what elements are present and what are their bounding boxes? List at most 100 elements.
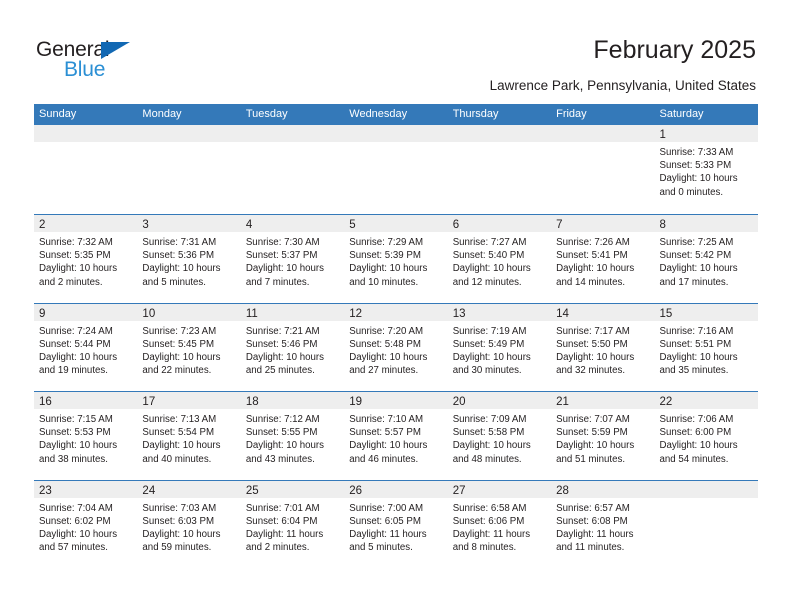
day-details: Sunrise: 7:19 AM Sunset: 5:49 PM Daylight:… [448, 321, 551, 378]
day-cell-7[interactable]: 7 Sunrise: 7:26 AM Sunset: 5:41 PM Daylight… [551, 215, 655, 303]
day-detail-line: Sunrise: 7:13 AM [142, 414, 217, 425]
day-cell-14[interactable]: 14 Sunrise: 7:17 AM Sunset: 5:50 PM Dayligh… [551, 303, 655, 391]
day-detail-line: Sunset: 6:04 PM [245, 515, 318, 527]
day-detail-line: and 57 minutes. [39, 542, 108, 554]
weekday-header-friday: Friday [556, 108, 587, 120]
day-detail-line: Daylight: 10 hours [142, 351, 221, 363]
day-details: Sunrise: 7:10 AM Sunset: 5:57 PM Daylight:… [344, 409, 447, 466]
day-detail-line: Sunrise: 7:04 AM [39, 502, 113, 514]
day-cell-27[interactable]: 27 Sunrise: 6:58 AM Sunset: 6:06 PM Dayligh… [447, 480, 552, 568]
day-number-band: 27 [447, 480, 552, 498]
day-detail-line: Sunset: 5:45 PM [142, 338, 215, 350]
day-cell-26[interactable]: 26 Sunrise: 7:00 AM Sunset: 6:05 PM Dayligh… [344, 480, 448, 568]
day-detail-line: Sunset: 5:33 PM [659, 160, 732, 172]
day-cell-19[interactable]: 19 Sunrise: 7:10 AM Sunset: 5:57 PM Dayligh… [344, 392, 448, 480]
day-detail-line: and 5 minutes. [142, 276, 206, 288]
weekday-header-wednesday: Wednesday [349, 108, 408, 120]
day-detail-line: Sunset: 5:39 PM [349, 250, 421, 262]
day-number-band: 13 [447, 303, 552, 321]
day-cell-2[interactable]: 2 Sunrise: 7:32 AM Sunset: 5:35 PM Daylight… [34, 215, 138, 303]
day-number-band: 17 [137, 392, 241, 409]
day-number-band: 23 [34, 480, 138, 498]
day-detail-line: Sunrise: 7:07 AM [556, 414, 630, 425]
day-number-band [137, 125, 241, 142]
day-cell-11[interactable]: 11 Sunrise: 7:21 AM Sunset: 5:46 PM Dayligh… [240, 303, 345, 391]
day-number: 21 [556, 396, 569, 408]
day-cell-25[interactable]: 25 Sunrise: 7:01 AM Sunset: 6:04 PM Dayligh… [240, 480, 345, 568]
day-details: Sunrise: 7:13 AM Sunset: 5:54 PM Daylight:… [137, 409, 240, 466]
day-detail-line: Sunset: 5:57 PM [349, 427, 421, 439]
day-detail-line: Sunrise: 7:30 AM [245, 237, 320, 248]
day-detail-line: and 12 minutes. [452, 276, 522, 288]
day-number: 14 [556, 307, 569, 320]
day-details: Sunrise: 7:01 AM Sunset: 6:04 PM Daylight:… [241, 498, 344, 555]
day-cell-16[interactable]: 16 Sunrise: 7:15 AM Sunset: 5:53 PM Dayligh… [34, 392, 138, 480]
day-cell-1[interactable]: 1 Sunrise: 7:33 AM Sunset: 5:33 PM Daylight… [654, 125, 758, 214]
day-detail-line: Sunrise: 7:00 AM [349, 502, 424, 514]
day-number-band [240, 125, 345, 142]
day-detail-line: Daylight: 10 hours [349, 440, 428, 452]
day-detail-line: and 32 minutes. [556, 365, 626, 377]
day-detail-line: Daylight: 10 hours [556, 263, 635, 275]
day-number-band: 21 [551, 392, 655, 409]
day-detail-line: Sunset: 5:49 PM [452, 338, 525, 350]
day-number-band: 20 [447, 392, 552, 409]
day-detail-line: Sunset: 6:03 PM [142, 515, 215, 527]
day-detail-line: and 0 minutes. [659, 186, 724, 198]
day-number-band: 5 [344, 215, 448, 232]
day-number: 3 [142, 219, 149, 231]
day-cell-12[interactable]: 12 Sunrise: 7:20 AM Sunset: 5:48 PM Dayligh… [344, 303, 448, 391]
day-details: Sunrise: 6:57 AM Sunset: 6:08 PM Daylight:… [551, 498, 654, 555]
day-detail-line: Sunset: 5:51 PM [659, 338, 732, 350]
day-detail-line: Sunrise: 7:10 AM [349, 414, 424, 425]
day-cell-21[interactable]: 21 Sunrise: 7:07 AM Sunset: 5:59 PM Dayligh… [551, 392, 655, 480]
day-cell-8[interactable]: 8 Sunrise: 7:25 AM Sunset: 5:42 PM Daylight… [654, 215, 758, 303]
day-number-band [34, 125, 138, 142]
day-detail-line: Sunset: 5:40 PM [452, 250, 525, 262]
day-detail-line: and 48 minutes. [452, 453, 522, 465]
day-cell-empty [240, 125, 345, 214]
day-cell-20[interactable]: 20 Sunrise: 7:09 AM Sunset: 5:58 PM Dayligh… [447, 392, 552, 480]
day-detail-line: Sunrise: 7:25 AM [659, 237, 734, 248]
day-number-band [447, 125, 552, 142]
day-cell-empty [654, 480, 758, 568]
day-detail-line: and 43 minutes. [245, 453, 315, 465]
day-detail-line: Daylight: 11 hours [245, 528, 324, 540]
day-cell-22[interactable]: 22 Sunrise: 7:06 AM Sunset: 6:00 PM Dayligh… [654, 392, 758, 480]
day-number: 11 [245, 307, 258, 320]
day-number: 7 [556, 219, 563, 231]
day-detail-line: Sunset: 5:44 PM [39, 338, 111, 350]
day-detail-line: Sunrise: 7:26 AM [556, 237, 630, 248]
day-detail-line: and 2 minutes. [39, 276, 103, 288]
day-detail-line: Sunset: 5:41 PM [556, 250, 628, 262]
day-cell-17[interactable]: 17 Sunrise: 7:13 AM Sunset: 5:54 PM Dayligh… [137, 392, 241, 480]
day-cell-9[interactable]: 9 Sunrise: 7:24 AM Sunset: 5:44 PM Daylight… [34, 303, 138, 391]
day-cell-24[interactable]: 24 Sunrise: 7:03 AM Sunset: 6:03 PM Dayligh… [137, 480, 241, 568]
day-detail-line: Sunset: 6:02 PM [39, 515, 111, 527]
logo-triangle-icon [101, 42, 130, 59]
day-cell-13[interactable]: 13 Sunrise: 7:19 AM Sunset: 5:49 PM Dayligh… [447, 303, 552, 391]
day-number: 24 [142, 484, 156, 497]
day-cell-4[interactable]: 4 Sunrise: 7:30 AM Sunset: 5:37 PM Daylight… [240, 215, 345, 303]
day-detail-line: Sunrise: 7:06 AM [659, 414, 734, 425]
day-cell-5[interactable]: 5 Sunrise: 7:29 AM Sunset: 5:39 PM Daylight… [344, 215, 448, 303]
weekday-header-thursday: Thursday [452, 108, 499, 120]
day-details: Sunrise: 6:58 AM Sunset: 6:06 PM Daylight:… [448, 498, 551, 555]
day-number-band: 15 [654, 303, 758, 321]
day-number-band: 19 [344, 392, 448, 409]
day-detail-line: Daylight: 10 hours [452, 351, 531, 363]
day-cell-28[interactable]: 28 Sunrise: 6:57 AM Sunset: 6:08 PM Dayligh… [551, 480, 655, 568]
day-details: Sunrise: 7:31 AM Sunset: 5:36 PM Daylight:… [137, 232, 240, 289]
day-details: Sunrise: 7:24 AM Sunset: 5:44 PM Daylight:… [34, 321, 137, 378]
day-detail-line: Daylight: 11 hours [556, 528, 634, 540]
day-cell-6[interactable]: 6 Sunrise: 7:27 AM Sunset: 5:40 PM Daylight… [447, 215, 552, 303]
day-cell-15[interactable]: 15 Sunrise: 7:16 AM Sunset: 5:51 PM Dayligh… [654, 303, 758, 391]
day-cell-18[interactable]: 18 Sunrise: 7:12 AM Sunset: 5:55 PM Dayligh… [240, 392, 345, 480]
day-number-band: 22 [654, 392, 758, 409]
day-cell-23[interactable]: 23 Sunrise: 7:04 AM Sunset: 6:02 PM Dayligh… [34, 480, 138, 568]
day-detail-line: and 25 minutes. [245, 365, 315, 377]
day-details: Sunrise: 7:21 AM Sunset: 5:46 PM Daylight:… [241, 321, 344, 378]
day-cell-3[interactable]: 3 Sunrise: 7:31 AM Sunset: 5:36 PM Daylight… [137, 215, 241, 303]
day-details: Sunrise: 7:33 AM Sunset: 5:33 PM Daylight:… [655, 142, 758, 199]
day-cell-10[interactable]: 10 Sunrise: 7:23 AM Sunset: 5:45 PM Dayligh… [137, 303, 241, 391]
